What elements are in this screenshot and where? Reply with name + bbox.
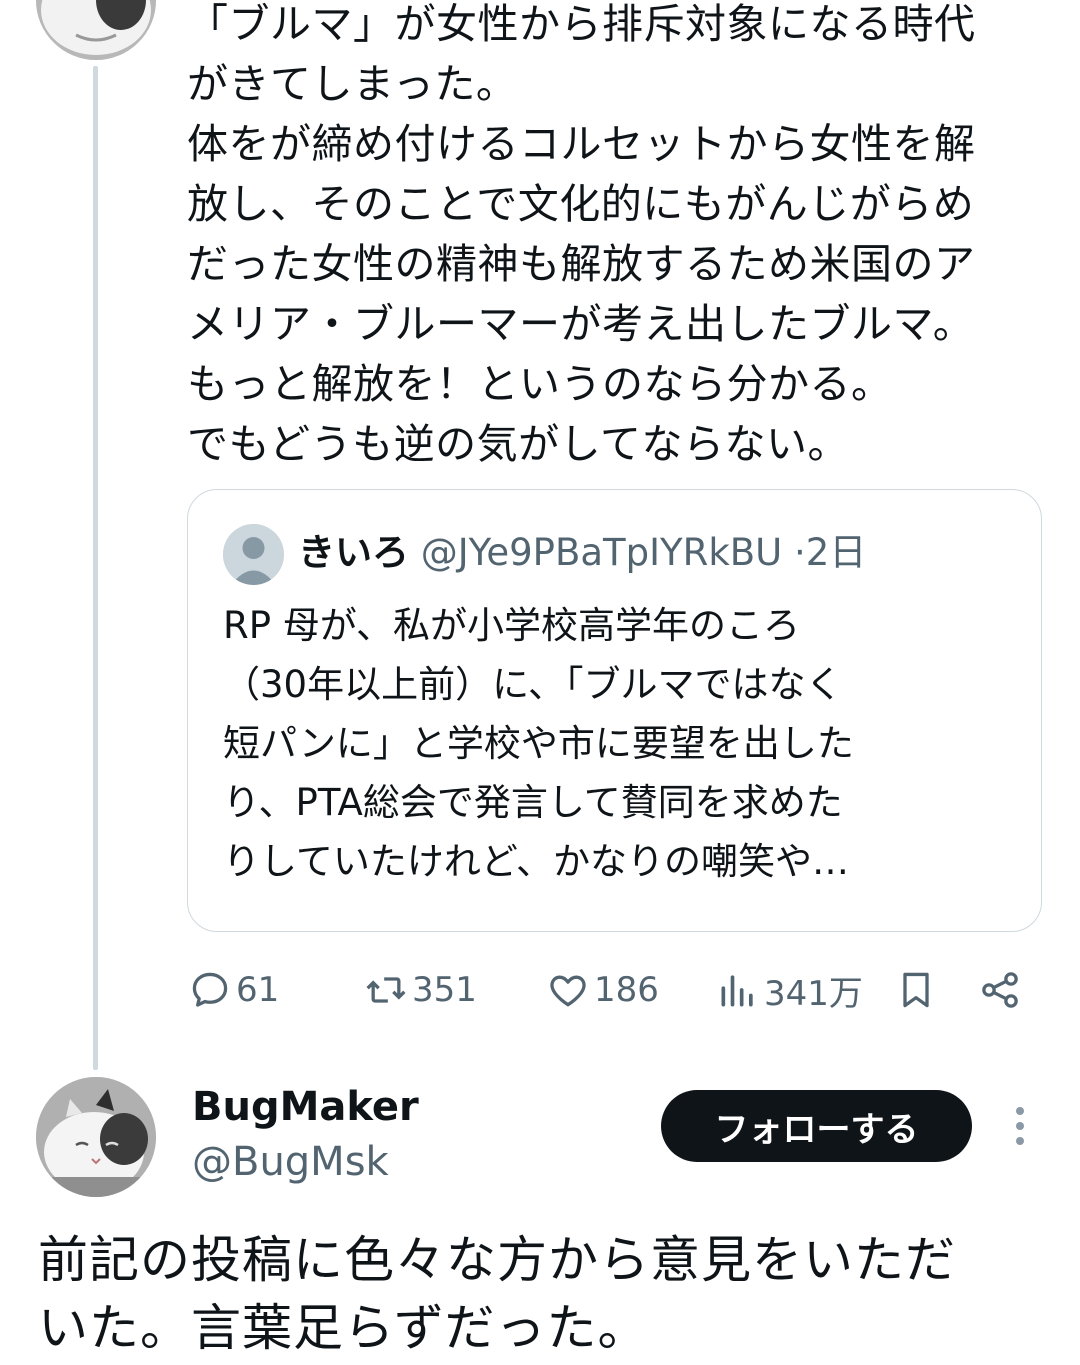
post-text: 「ブルマ」が女性から排斥対象になる時代 がきてしまった。 体をが締め付けるコルセ… <box>187 0 976 468</box>
post-text: 前記の投稿に色々な方から意見をいただ いた。言葉足らずだった。 <box>38 1231 956 1357</box>
repost-count: 351 <box>412 970 477 1010</box>
quoted-author-name: きいろ <box>298 531 409 574</box>
speech-bubble-icon <box>192 972 228 1007</box>
quoted-post-card[interactable]: きいろ @JYe9PBaTpIYRkBU ·2日 RP 母が、私が小学校高学年の… <box>187 489 1042 932</box>
quoted-post-header: きいろ @JYe9PBaTpIYRkBU ·2日 <box>298 528 866 578</box>
like-button[interactable]: 186 <box>546 966 659 1014</box>
bar-chart-icon <box>721 975 753 1007</box>
follow-button[interactable]: フォローする <box>661 1090 972 1162</box>
default-avatar-icon <box>223 524 284 585</box>
vertical-dots-icon <box>1016 1107 1024 1145</box>
heart-icon <box>550 975 586 1007</box>
reply-button[interactable]: 61 <box>188 966 279 1014</box>
author-handle[interactable]: @BugMsk <box>192 1138 389 1186</box>
bookmark-icon <box>903 972 929 1008</box>
cat-avatar-image <box>36 1077 156 1197</box>
more-options-button[interactable] <box>1005 1104 1035 1148</box>
author-name[interactable]: BugMaker <box>192 1083 419 1131</box>
repost-arrows-icon <box>366 977 406 1003</box>
bookmark-button[interactable] <box>894 966 942 1014</box>
quoted-post-time: 2日 <box>805 531 867 574</box>
reply-count: 61 <box>236 970 280 1010</box>
separator-dot: · <box>794 531 806 574</box>
thread-connector-line <box>93 66 98 1070</box>
views-count: 341万 <box>764 973 863 1014</box>
share-icon <box>982 972 1018 1008</box>
repost-button[interactable]: 351 <box>364 966 477 1014</box>
share-button[interactable] <box>978 966 1026 1014</box>
cat-avatar-image <box>36 0 156 60</box>
quoted-author-handle: @JYe9PBaTpIYRkBU <box>420 531 783 574</box>
like-count: 186 <box>594 970 659 1010</box>
author-avatar[interactable] <box>36 1077 156 1197</box>
author-avatar[interactable] <box>36 0 156 60</box>
views-button[interactable]: 341万 <box>716 966 863 1014</box>
quoted-post-text: RP 母が、私が小学校高学年のころ （30年以上前）に、「ブルマではなく 短パン… <box>223 604 854 883</box>
